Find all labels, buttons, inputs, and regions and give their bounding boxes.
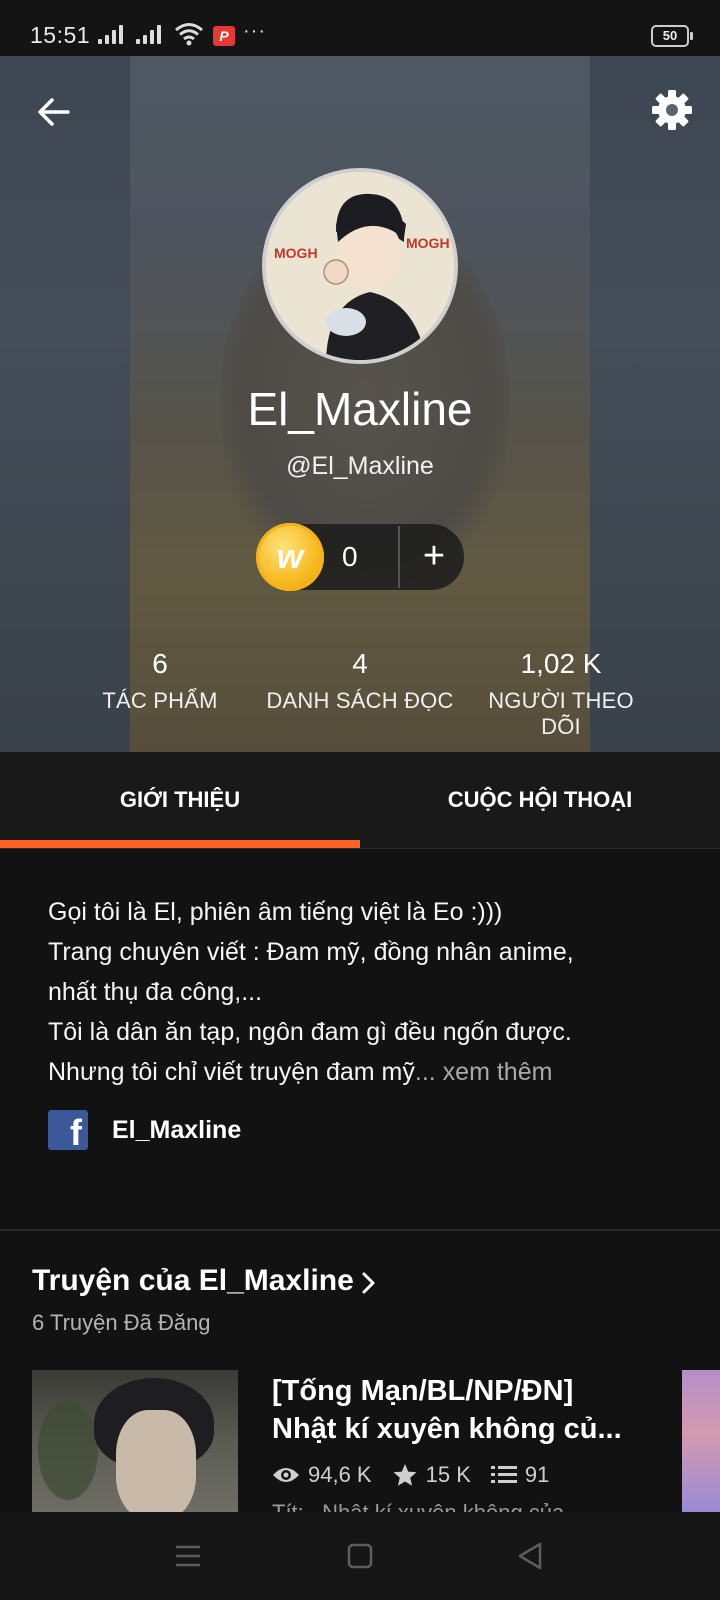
system-nav-bar <box>0 1512 720 1600</box>
stories-section-title[interactable]: Truyện của El_Maxline <box>32 1264 354 1298</box>
coin-icon: w <box>256 523 324 591</box>
battery-icon: 50 <box>651 25 693 47</box>
next-story-cover[interactable] <box>682 1370 720 1512</box>
avatar[interactable]: MOGH MOGH <box>262 168 458 364</box>
battery-level: 50 <box>662 28 678 43</box>
display-name: El_Maxline <box>247 383 473 435</box>
status-bar: 15:51 P ··· 50 <box>0 0 720 56</box>
story-votes: 15 K <box>392 1462 471 1488</box>
about-ellipsis: ... <box>414 1058 436 1086</box>
stat-reading-lists-value: 4 <box>352 648 368 679</box>
home-icon[interactable] <box>342 1538 378 1574</box>
status-time: 15:51 <box>30 22 91 48</box>
about-line: Tôi là dân ăn tạp, ngôn đam gì đều ngốn … <box>48 1018 572 1046</box>
tab-indicator <box>0 840 360 848</box>
about-line: Gọi tôi là El, phiên âm tiếng việt là Eo… <box>48 898 503 926</box>
about-line-last: Nhưng tôi chỉ viết truyện đam mỹ... xem … <box>48 1052 688 1092</box>
tab-about[interactable]: GIỚI THIỆU <box>0 752 360 848</box>
stat-works[interactable]: 6 TÁC PHẨM <box>98 648 222 714</box>
stat-followers-value: 1,02 K <box>520 648 602 679</box>
story-title-line: Nhật kí xuyên không củ... <box>272 1413 622 1445</box>
story-views-count: 94,6 K <box>308 1462 372 1487</box>
list-icon <box>490 1466 517 1483</box>
back-nav-icon[interactable] <box>512 1538 548 1574</box>
section-divider <box>0 1229 720 1231</box>
coin-count: 0 <box>342 541 358 572</box>
story-title[interactable]: [Tống Mạn/BL/NP/ĐN] Nhật kí xuyên không … <box>272 1372 652 1448</box>
story-votes-count: 15 K <box>425 1462 471 1487</box>
stat-followers-label: NGƯỜI THEO DÕI <box>488 688 634 739</box>
wifi-icon <box>175 23 203 46</box>
facebook-name: El_Maxline <box>112 1115 242 1144</box>
avatar-image: MOGH MOGH <box>266 172 454 360</box>
stories-count: 6 Truyện Đã Đăng <box>32 1310 211 1335</box>
see-more-link[interactable]: xem thêm <box>436 1058 553 1086</box>
stat-reading-lists-label: DANH SÁCH ĐỌC <box>266 688 454 713</box>
chevron-right-icon[interactable] <box>360 1270 378 1296</box>
story-stats: 94,6 K 15 K 91 <box>272 1462 569 1488</box>
story-cover[interactable] <box>32 1370 238 1512</box>
app-notification-icon: P <box>213 26 235 46</box>
back-button[interactable] <box>32 90 76 134</box>
star-icon <box>393 1464 417 1486</box>
facebook-link[interactable]: f El_Maxline <box>48 1110 242 1153</box>
svg-text:MOGH: MOGH <box>274 245 318 261</box>
signal-icon-2 <box>136 24 161 44</box>
eye-icon <box>273 1468 299 1482</box>
stat-works-label: TÁC PHẨM <box>102 688 218 713</box>
about-line: Nhưng tôi chỉ viết truyện đam mỹ <box>48 1058 415 1086</box>
recent-apps-icon[interactable] <box>170 1538 206 1574</box>
profile-tabs: GIỚI THIỆU CUỘC HỘI THOẠI <box>0 752 720 849</box>
about-line: nhất thụ đa công,... <box>48 978 263 1006</box>
signal-icon <box>98 24 123 44</box>
stat-reading-lists[interactable]: 4 DANH SÁCH ĐỌC <box>262 648 458 714</box>
story-title-line: [Tống Mạn/BL/NP/ĐN] <box>272 1375 574 1407</box>
story-parts-count: 91 <box>524 1462 550 1487</box>
about-line: Trang chuyên viết : Đam mỹ, đồng nhân an… <box>48 938 574 966</box>
username: @El_Maxline <box>286 452 434 480</box>
about-text: Gọi tôi là El, phiên âm tiếng việt là Eo… <box>48 892 688 1092</box>
settings-gear-icon[interactable] <box>650 88 694 132</box>
profile-header: MOGH MOGH El_Maxline @El_Maxline w 0 + 6… <box>0 56 720 752</box>
more-notifications-icon: ··· <box>243 20 266 42</box>
story-views: 94,6 K <box>272 1462 372 1488</box>
coin-balance: w 0 + <box>256 523 464 591</box>
stat-followers[interactable]: 1,02 K NGƯỜI THEO DÕI <box>466 648 656 740</box>
add-coins-button[interactable]: + <box>406 526 462 588</box>
svg-text:MOGH: MOGH <box>406 235 450 251</box>
facebook-icon: f <box>48 1110 88 1153</box>
tab-conversations[interactable]: CUỘC HỘI THOẠI <box>360 752 720 848</box>
story-parts: 91 <box>490 1462 550 1488</box>
stat-works-value: 6 <box>152 648 168 679</box>
